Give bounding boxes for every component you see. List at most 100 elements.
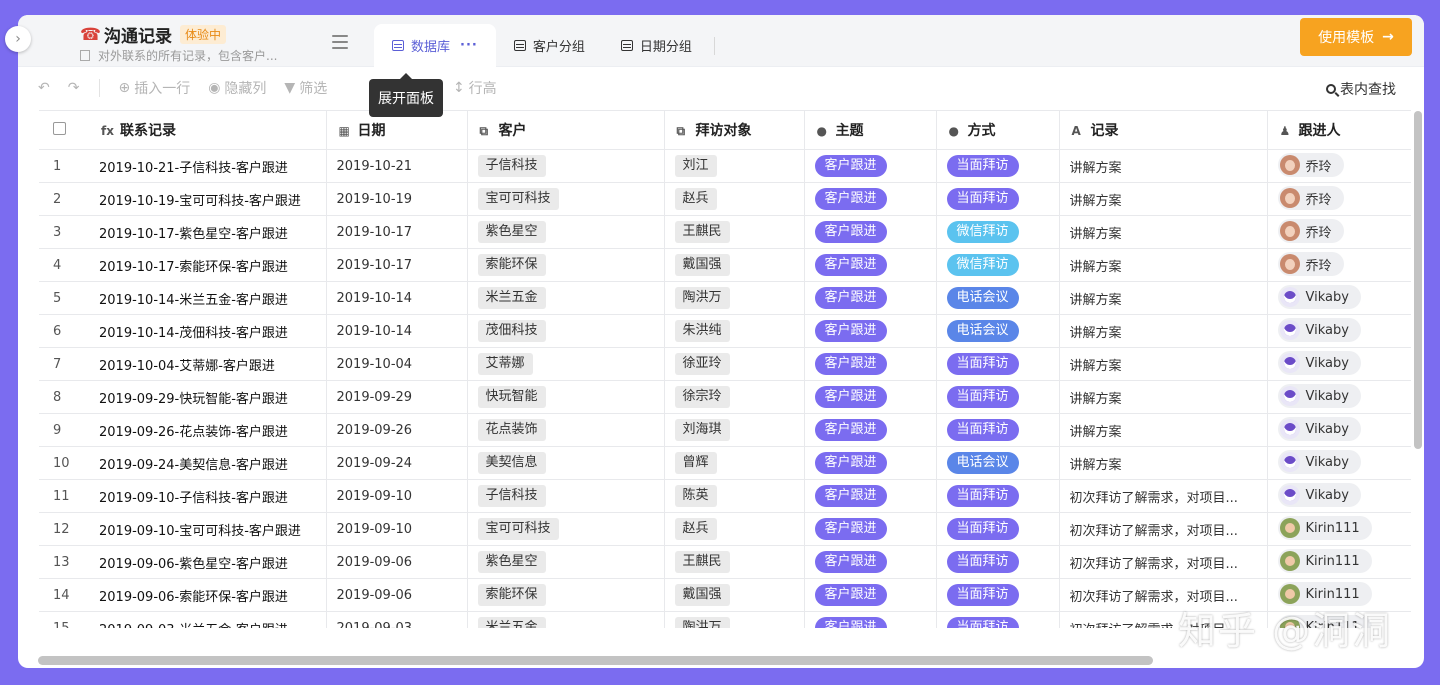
client-cell[interactable]: 紫色星空	[467, 545, 665, 579]
table-row[interactable]: 3 2019-10-17-紫色星空-客户跟进 2019-10-17 紫色星空 王麒民 客户…	[39, 215, 1411, 249]
note-cell[interactable]: 讲解方案	[1059, 380, 1268, 414]
method-cell[interactable]: 电话会议	[936, 281, 1060, 315]
table-row[interactable]: 5 2019-10-14-米兰五金-客户跟进 2019-10-14 米兰五金 陶洪万 客户…	[39, 281, 1411, 315]
client-cell[interactable]: 艾蒂娜	[467, 347, 665, 381]
date-cell[interactable]: 2019-10-17	[326, 248, 468, 282]
date-cell[interactable]: 2019-09-24	[326, 446, 468, 480]
theme-cell[interactable]: 客户跟进	[804, 512, 937, 546]
note-cell[interactable]: 讲解方案	[1059, 446, 1268, 480]
date-cell[interactable]: 2019-09-10	[326, 479, 468, 513]
method-cell[interactable]: 当面拜访	[936, 182, 1060, 216]
record-cell[interactable]: 2019-09-29-快玩智能-客户跟进	[89, 380, 327, 414]
date-cell[interactable]: 2019-09-06	[326, 578, 468, 612]
client-cell[interactable]: 茂佃科技	[467, 314, 665, 348]
table-row[interactable]: 13 2019-09-06-紫色星空-客户跟进 2019-09-06 紫色星空 王麒民 客…	[39, 545, 1411, 579]
method-cell[interactable]: 电话会议	[936, 446, 1060, 480]
note-cell[interactable]: 讲解方案	[1059, 347, 1268, 381]
note-cell[interactable]: 初次拜访了解需求，对项目...	[1059, 479, 1268, 513]
table-row[interactable]: 8 2019-09-29-快玩智能-客户跟进 2019-09-29 快玩智能 徐宗玲 客户…	[39, 380, 1411, 414]
insert-row-button[interactable]: ⊕ 插入一行	[118, 78, 190, 98]
note-cell[interactable]: 初次拜访了解需求，对项目...	[1059, 512, 1268, 546]
theme-cell[interactable]: 客户跟进	[804, 281, 937, 315]
contact-cell[interactable]: 陈英	[664, 479, 805, 513]
date-cell[interactable]: 2019-10-17	[326, 215, 468, 249]
date-cell[interactable]: 2019-10-21	[326, 149, 468, 183]
owner-cell[interactable]: 乔玲	[1267, 215, 1411, 249]
method-cell[interactable]: 当面拜访	[936, 545, 1060, 579]
owner-cell[interactable]: Vikaby	[1267, 314, 1411, 348]
contact-cell[interactable]: 戴国强	[664, 248, 805, 282]
date-cell[interactable]: 2019-10-04	[326, 347, 468, 381]
theme-cell[interactable]: 客户跟进	[804, 380, 937, 414]
contact-cell[interactable]: 曾辉	[664, 446, 805, 480]
column-header[interactable]: ⧉ 客户	[467, 110, 665, 150]
owner-cell[interactable]: 乔玲	[1267, 248, 1411, 282]
table-row[interactable]: 2 2019-10-19-宝可可科技-客户跟进 2019-10-19 宝可可科技 赵兵 客…	[39, 182, 1411, 216]
theme-cell[interactable]: 客户跟进	[804, 149, 937, 183]
row-height-button[interactable]: ↕ 行高	[453, 78, 497, 98]
contact-cell[interactable]: 赵兵	[664, 512, 805, 546]
record-cell[interactable]: 2019-09-24-美契信息-客户跟进	[89, 446, 327, 480]
note-cell[interactable]: 讲解方案	[1059, 314, 1268, 348]
owner-cell[interactable]: 乔玲	[1267, 182, 1411, 216]
date-cell[interactable]: 2019-10-14	[326, 281, 468, 315]
note-cell[interactable]: 讲解方案	[1059, 182, 1268, 216]
client-cell[interactable]: 宝可可科技	[467, 182, 665, 216]
hide-column-button[interactable]: ◉ 隐藏列	[208, 78, 266, 98]
date-cell[interactable]: 2019-10-19	[326, 182, 468, 216]
search-in-table-button[interactable]: 表内查找	[1326, 79, 1396, 99]
table-row[interactable]: 7 2019-10-04-艾蒂娜-客户跟进 2019-10-04 艾蒂娜 徐亚玲 客户跟进…	[39, 347, 1411, 381]
redo-icon[interactable]: ↷	[68, 80, 80, 96]
column-header[interactable]: fx 联系记录	[89, 110, 327, 150]
note-cell[interactable]: 讲解方案	[1059, 215, 1268, 249]
table-row[interactable]: 6 2019-10-14-茂佃科技-客户跟进 2019-10-14 茂佃科技 朱洪纯 客户…	[39, 314, 1411, 348]
menu-icon[interactable]	[332, 35, 348, 49]
contact-cell[interactable]: 陶洪万	[664, 611, 805, 628]
theme-cell[interactable]: 客户跟进	[804, 314, 937, 348]
record-cell[interactable]: 2019-10-21-子信科技-客户跟进	[89, 149, 327, 183]
checkbox[interactable]	[53, 121, 66, 135]
method-cell[interactable]: 当面拜访	[936, 578, 1060, 612]
client-cell[interactable]: 花点装饰	[467, 413, 665, 447]
contact-cell[interactable]: 刘江	[664, 149, 805, 183]
method-cell[interactable]: 电话会议	[936, 314, 1060, 348]
date-cell[interactable]: 2019-09-06	[326, 545, 468, 579]
undo-icon[interactable]: ↶	[38, 80, 50, 96]
record-cell[interactable]: 2019-09-03-米兰五金-客户跟进	[89, 611, 327, 628]
record-cell[interactable]: 2019-10-19-宝可可科技-客户跟进	[89, 182, 327, 216]
theme-cell[interactable]: 客户跟进	[804, 611, 937, 628]
tab-client-group[interactable]: 客户分组	[496, 24, 603, 67]
owner-cell[interactable]: 乔玲	[1267, 149, 1411, 183]
more-icon[interactable]: ···	[460, 38, 478, 53]
use-template-button[interactable]: 使用模板 →	[1300, 18, 1412, 56]
client-cell[interactable]: 索能环保	[467, 578, 665, 612]
record-cell[interactable]: 2019-09-10-子信科技-客户跟进	[89, 479, 327, 513]
theme-cell[interactable]: 客户跟进	[804, 413, 937, 447]
contact-cell[interactable]: 刘海琪	[664, 413, 805, 447]
filter-button[interactable]: ▼ 筛选	[284, 78, 327, 98]
method-cell[interactable]: 当面拜访	[936, 149, 1060, 183]
contact-cell[interactable]: 赵兵	[664, 182, 805, 216]
contact-cell[interactable]: 徐亚玲	[664, 347, 805, 381]
method-cell[interactable]: 当面拜访	[936, 380, 1060, 414]
horizontal-scrollbar[interactable]	[38, 656, 1153, 665]
note-cell[interactable]: 讲解方案	[1059, 149, 1268, 183]
method-cell[interactable]: 当面拜访	[936, 347, 1060, 381]
note-cell[interactable]: 初次拜访了解需求，对项目...	[1059, 545, 1268, 579]
table-row[interactable]: 12 2019-09-10-宝可可科技-客户跟进 2019-09-10 宝可可科技 赵兵…	[39, 512, 1411, 546]
owner-cell[interactable]: Kirin111	[1267, 512, 1411, 546]
record-cell[interactable]: 2019-10-04-艾蒂娜-客户跟进	[89, 347, 327, 381]
owner-cell[interactable]: Kirin111	[1267, 545, 1411, 579]
tab-date-group[interactable]: 日期分组	[603, 24, 710, 67]
column-header[interactable]: ● 方式	[936, 110, 1060, 150]
client-cell[interactable]: 美契信息	[467, 446, 665, 480]
method-cell[interactable]: 微信拜访	[936, 215, 1060, 249]
note-cell[interactable]: 讲解方案	[1059, 281, 1268, 315]
method-cell[interactable]: 当面拜访	[936, 611, 1060, 628]
client-cell[interactable]: 索能环保	[467, 248, 665, 282]
theme-cell[interactable]: 客户跟进	[804, 248, 937, 282]
note-cell[interactable]: 讲解方案	[1059, 248, 1268, 282]
tab-database[interactable]: 数据库 ···	[374, 24, 496, 67]
date-cell[interactable]: 2019-09-29	[326, 380, 468, 414]
record-cell[interactable]: 2019-10-14-米兰五金-客户跟进	[89, 281, 327, 315]
